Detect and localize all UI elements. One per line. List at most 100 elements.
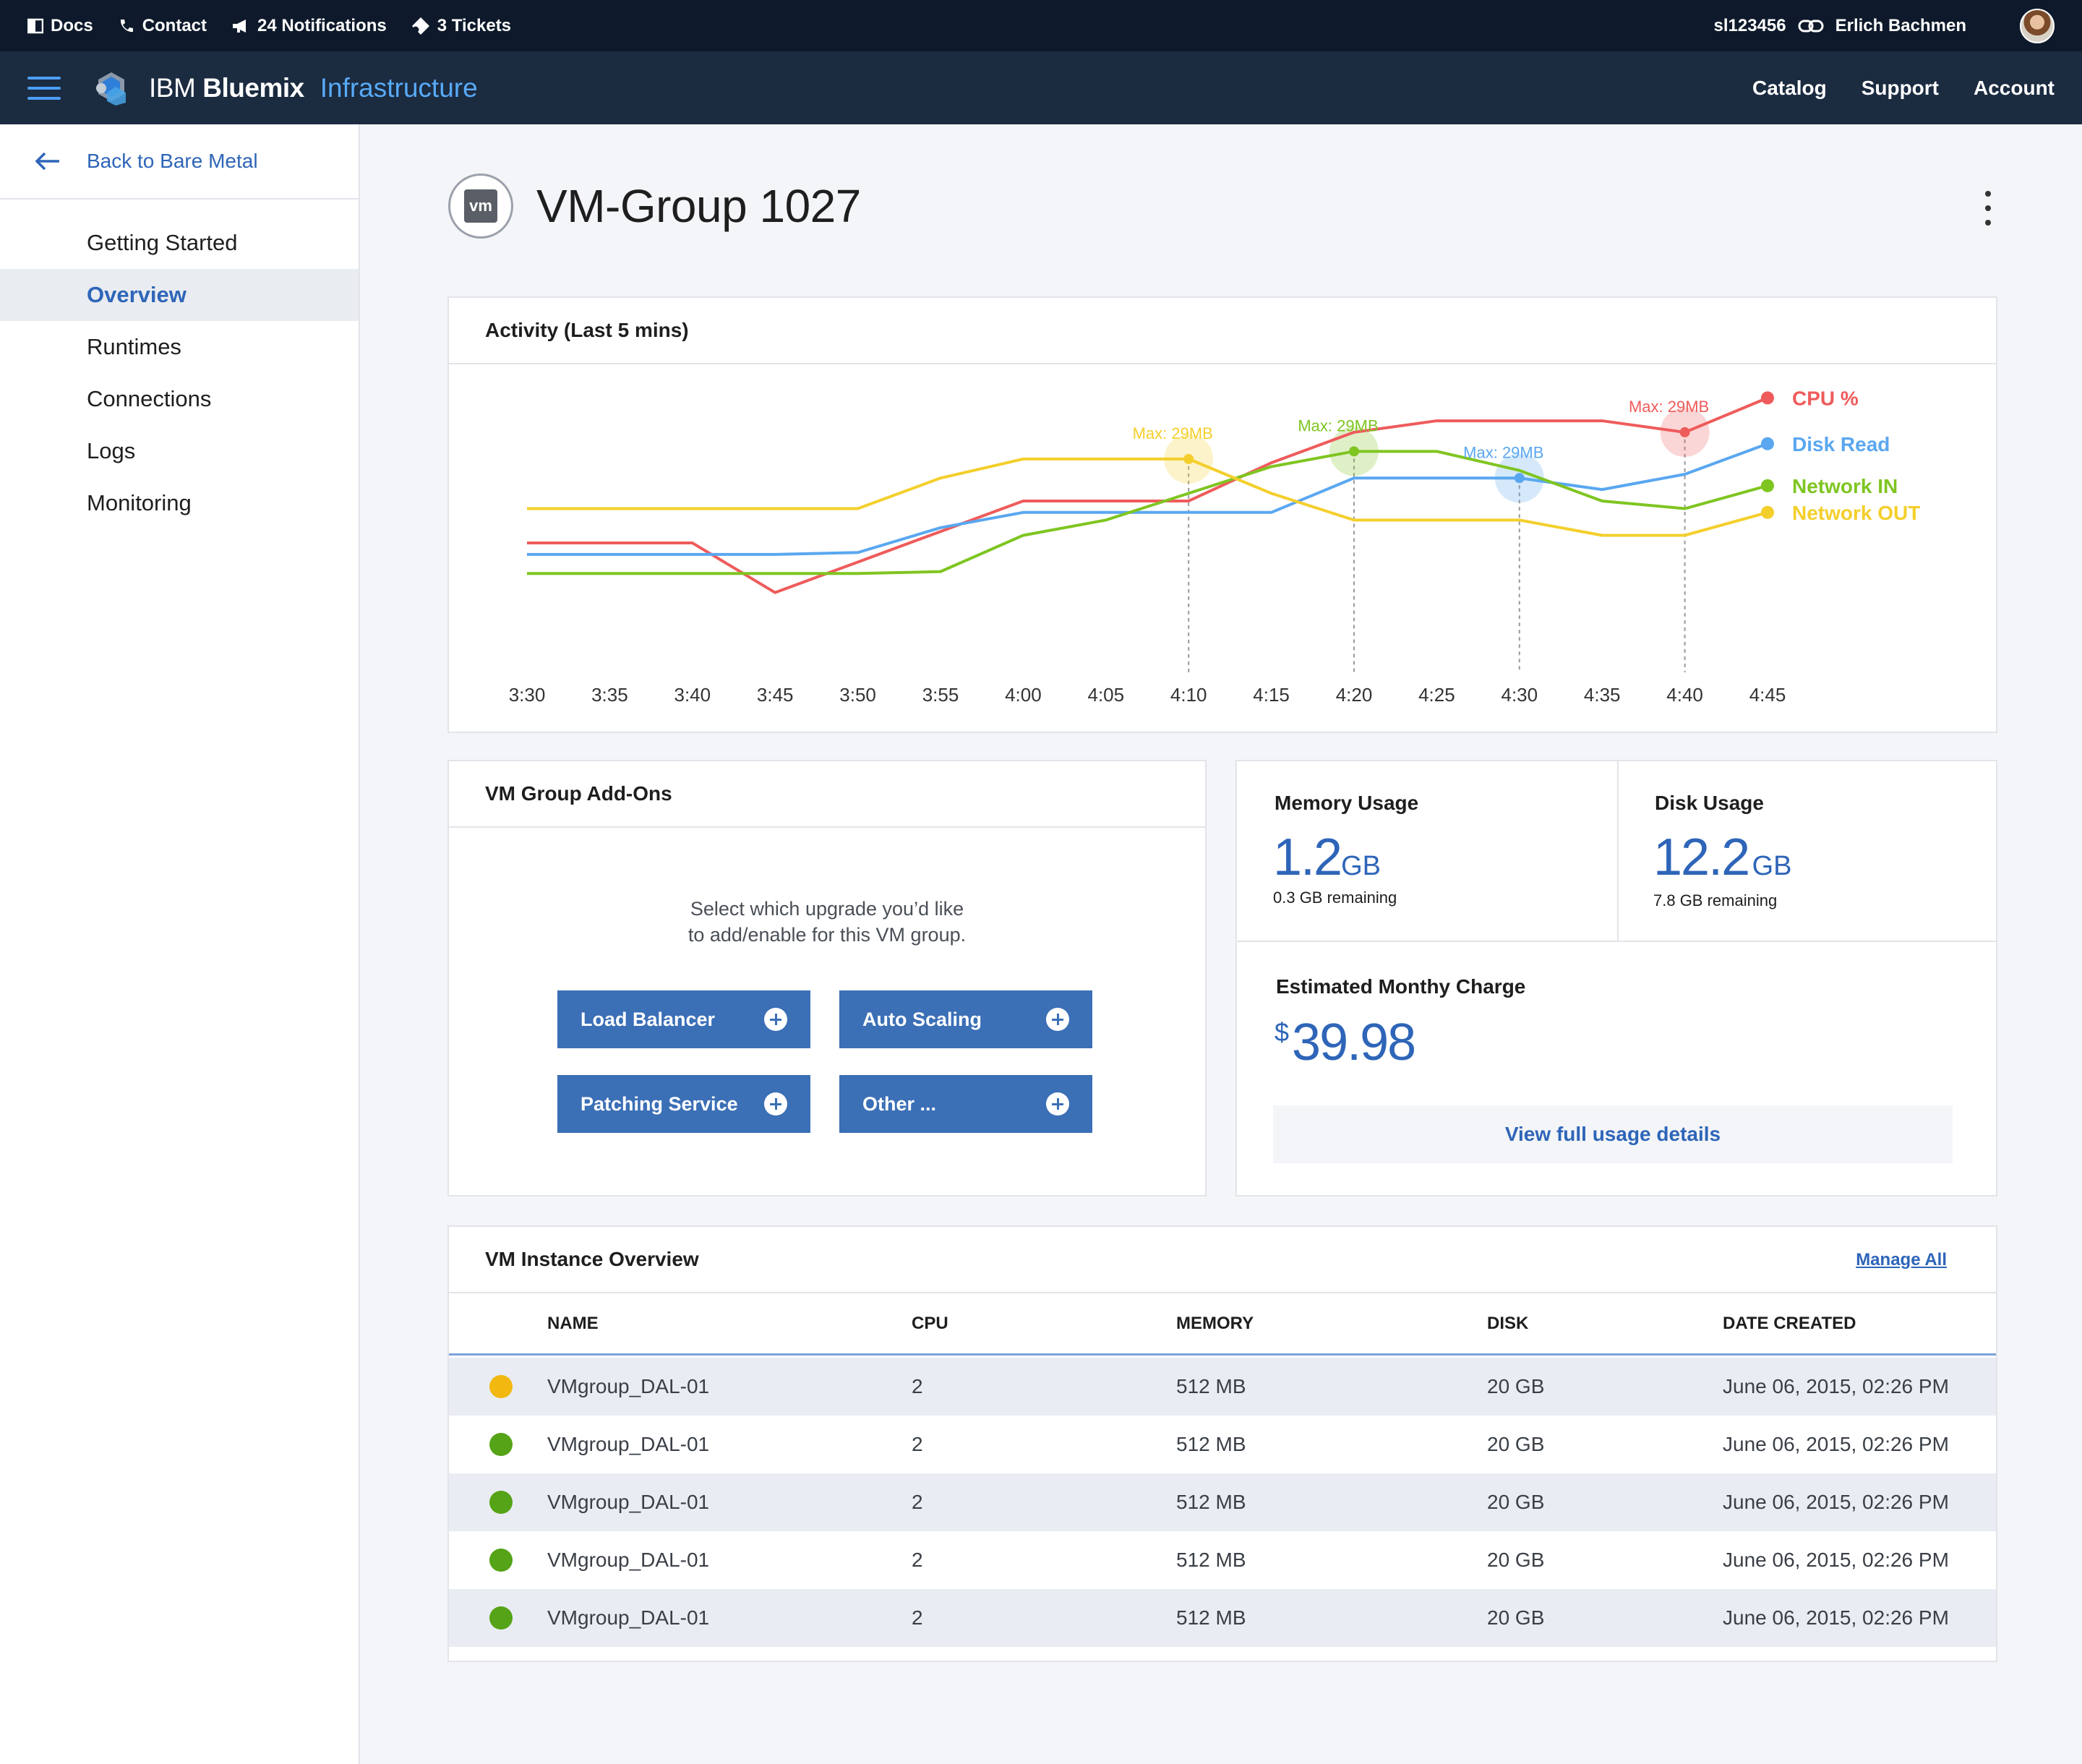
other-button[interactable]: Other ... <box>839 1075 1092 1133</box>
addons-description: Select which upgrade you’d like to add/e… <box>449 896 1205 948</box>
bluemix-logo-icon <box>94 71 129 106</box>
back-label: Back to Bare Metal <box>87 150 258 172</box>
page-header: vm VM-Group 1027 <box>448 174 861 239</box>
cell-date-created: June 06, 2015, 02:26 PM <box>1723 1375 1949 1397</box>
avatar[interactable] <box>2020 8 2055 43</box>
nav-support[interactable]: Support <box>1862 77 1939 100</box>
x-tick-label: 4:45 <box>1749 684 1786 706</box>
cell-disk: 20 GB <box>1487 1491 1545 1513</box>
more-options-icon[interactable] <box>1981 191 1995 226</box>
phone-icon <box>118 17 135 35</box>
table-row[interactable]: VMgroup_DAL-01 2 512 MB 20 GB June 06, 2… <box>449 1531 1996 1589</box>
sidebar-item-getting-started[interactable]: Getting Started <box>0 217 359 269</box>
cell-cpu: 2 <box>912 1549 923 1571</box>
charge-amount: 39.98 <box>1292 1014 1416 1071</box>
back-to-bare-metal-link[interactable]: Back to Bare Metal <box>0 124 359 200</box>
series-line <box>527 457 1768 537</box>
instances-title: VM Instance Overview <box>449 1227 1996 1293</box>
main-nav: Catalog Support Account <box>1718 77 2055 100</box>
cell-date-created: June 06, 2015, 02:26 PM <box>1723 1606 1949 1629</box>
account-id: sl123456 <box>1713 15 1786 35</box>
column-header-date-created[interactable]: DATE CREATED <box>1723 1314 1856 1334</box>
notifications-link[interactable]: 24 Notifications <box>231 16 387 36</box>
cell-cpu: 2 <box>912 1491 923 1513</box>
addons-card: VM Group Add-Ons Select which upgrade yo… <box>447 760 1207 1196</box>
annotation-label: Max: 29MB <box>1298 416 1378 434</box>
disk-unit: GB <box>1752 851 1792 881</box>
account-info: sl123456 Erlich Bachmen <box>1713 8 2055 43</box>
link-icon <box>1798 19 1824 33</box>
annotation-label: Max: 29MB <box>1133 424 1213 442</box>
addons-description-line1: Select which upgrade you’d like <box>690 898 964 920</box>
cell-cpu: 2 <box>912 1433 923 1455</box>
disk-usage-value: 12.2 GB <box>1653 828 1792 887</box>
annotation-point <box>1349 446 1359 457</box>
status-dot <box>489 1549 513 1572</box>
table-row[interactable]: VMgroup_DAL-01 2 512 MB 20 GB June 06, 2… <box>449 1589 1996 1647</box>
user-name[interactable]: Erlich Bachmen <box>1835 16 1966 36</box>
menu-icon[interactable] <box>27 76 61 100</box>
auto-scaling-button[interactable]: Auto Scaling <box>839 990 1092 1048</box>
x-tick-label: 3:30 <box>509 684 546 706</box>
plus-circle-icon <box>764 1008 787 1031</box>
x-tick-label: 4:40 <box>1666 684 1703 706</box>
table-row[interactable]: VMgroup_DAL-01 2 512 MB 20 GB June 06, 2… <box>449 1358 1996 1416</box>
nav-catalog[interactable]: Catalog <box>1752 77 1827 100</box>
currency-symbol: $ <box>1275 1017 1290 1047</box>
usage-divider <box>1617 761 1619 941</box>
sidebar-item-logs[interactable]: Logs <box>0 425 359 477</box>
annotation-label: Max: 29MB <box>1463 443 1543 461</box>
sidebar-item-monitoring[interactable]: Monitoring <box>0 477 359 529</box>
monthly-charge-label: Estimated Monthy Charge <box>1276 975 1526 998</box>
other-label: Other ... <box>862 1092 937 1115</box>
disk-value: 12.2 <box>1653 829 1750 886</box>
cell-disk: 20 GB <box>1487 1433 1545 1455</box>
sidebar-item-connections[interactable]: Connections <box>0 373 359 425</box>
brand-bluemix: Bluemix <box>202 72 304 103</box>
cell-disk: 20 GB <box>1487 1375 1545 1397</box>
cell-memory: 512 MB <box>1176 1433 1246 1455</box>
cell-name: VMgroup_DAL-01 <box>547 1549 710 1571</box>
x-tick-label: 4:35 <box>1584 684 1621 706</box>
legend-label: Disk Read <box>1792 433 1890 455</box>
cell-cpu: 2 <box>912 1606 923 1629</box>
manage-all-link[interactable]: Manage All <box>1856 1250 1947 1270</box>
sidebar-item-runtimes[interactable]: Runtimes <box>0 321 359 373</box>
column-header-cpu[interactable]: CPU <box>912 1314 948 1334</box>
brand-ibm: IBM <box>149 72 196 103</box>
cell-name: VMgroup_DAL-01 <box>547 1433 710 1455</box>
x-tick-label: 3:40 <box>674 684 711 706</box>
x-tick-label: 4:00 <box>1005 684 1042 706</box>
table-row[interactable]: VMgroup_DAL-01 2 512 MB 20 GB June 06, 2… <box>449 1473 1996 1531</box>
load-balancer-button[interactable]: Load Balancer <box>557 990 810 1048</box>
cell-memory: 512 MB <box>1176 1491 1246 1513</box>
utility-links: Docs Contact 24 Notifications 3 Tickets <box>27 16 536 36</box>
contact-label: Contact <box>142 15 207 35</box>
nav-account[interactable]: Account <box>1974 77 2055 100</box>
series-end-marker <box>1761 391 1774 405</box>
page-title: VM-Group 1027 <box>536 180 861 232</box>
patching-service-button[interactable]: Patching Service <box>557 1075 810 1133</box>
sidebar-item-overview[interactable]: Overview <box>0 269 359 321</box>
cell-name: VMgroup_DAL-01 <box>547 1375 710 1397</box>
tickets-link[interactable]: 3 Tickets <box>411 16 511 36</box>
column-header-memory[interactable]: MEMORY <box>1176 1314 1254 1334</box>
sidebar-nav: Getting Started Overview Runtimes Connec… <box>0 217 359 529</box>
status-dot <box>489 1491 513 1514</box>
cell-name: VMgroup_DAL-01 <box>547 1606 710 1629</box>
cell-date-created: June 06, 2015, 02:26 PM <box>1723 1491 1949 1513</box>
view-usage-details-button[interactable]: View full usage details <box>1273 1105 1953 1163</box>
table-row[interactable]: VMgroup_DAL-01 2 512 MB 20 GB June 06, 2… <box>449 1416 1996 1473</box>
cell-memory: 512 MB <box>1176 1549 1246 1571</box>
plus-circle-icon <box>764 1092 787 1116</box>
x-tick-label: 4:05 <box>1087 684 1124 706</box>
contact-link[interactable]: Contact <box>118 16 207 36</box>
patching-service-label: Patching Service <box>581 1092 738 1115</box>
vm-badge-label: vm <box>464 189 497 223</box>
cell-cpu: 2 <box>912 1375 923 1397</box>
tickets-label: 3 Tickets <box>437 15 512 35</box>
sidebar: Back to Bare Metal Getting Started Overv… <box>0 124 360 1764</box>
column-header-name[interactable]: NAME <box>547 1314 599 1334</box>
docs-link[interactable]: Docs <box>27 16 93 36</box>
column-header-disk[interactable]: DISK <box>1487 1314 1528 1334</box>
